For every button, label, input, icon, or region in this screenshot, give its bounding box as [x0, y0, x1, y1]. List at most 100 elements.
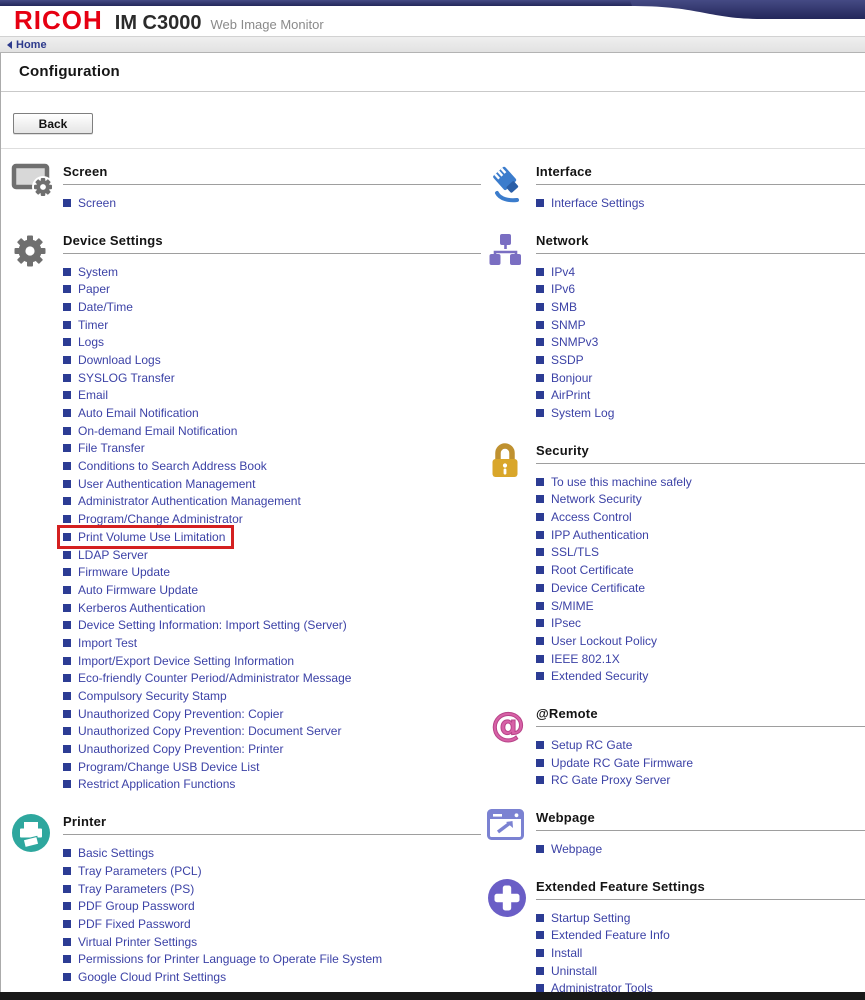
link-file-transfer[interactable]: File Transfer [78, 441, 145, 455]
square-bullet-icon [536, 513, 544, 521]
square-bullet-icon [63, 710, 71, 718]
link-s-mime[interactable]: S/MIME [551, 599, 594, 613]
link-extended-security[interactable]: Extended Security [551, 669, 648, 683]
link-logs[interactable]: Logs [78, 335, 104, 349]
link-ssl-tls[interactable]: SSL/TLS [551, 545, 599, 559]
section-printer: PrinterBasic SettingsTray Parameters (PC… [11, 812, 481, 986]
link-ipsec[interactable]: IPsec [551, 616, 581, 630]
link-conditions-to-search-address-book[interactable]: Conditions to Search Address Book [78, 459, 267, 473]
link-permissions-for-printer-language-to-operate-file-system[interactable]: Permissions for Printer Language to Oper… [78, 952, 382, 966]
list-item: IPv6 [536, 280, 865, 298]
list-item: Firmware Update [63, 563, 481, 581]
link-email[interactable]: Email [78, 388, 108, 402]
list-item: AirPrint [536, 387, 865, 405]
screen-settings-icon [11, 162, 63, 212]
link-airprint[interactable]: AirPrint [551, 388, 590, 402]
link-firmware-update[interactable]: Firmware Update [78, 565, 170, 579]
link-ieee-802-1x[interactable]: IEEE 802.1X [551, 652, 620, 666]
link-uninstall[interactable]: Uninstall [551, 964, 597, 978]
link-tray-parameters-pcl[interactable]: Tray Parameters (PCL) [78, 864, 202, 878]
link-on-demand-email-notification[interactable]: On-demand Email Notification [78, 424, 237, 438]
link-user-lockout-policy[interactable]: User Lockout Policy [551, 634, 657, 648]
list-item: Google Cloud Print Settings [63, 968, 481, 986]
link-network-security[interactable]: Network Security [551, 492, 642, 506]
link-unauthorized-copy-prevention-printer[interactable]: Unauthorized Copy Prevention: Printer [78, 742, 283, 756]
link-pdf-fixed-password[interactable]: PDF Fixed Password [78, 917, 191, 931]
back-button[interactable]: Back [13, 113, 93, 134]
link-import-test[interactable]: Import Test [78, 636, 137, 650]
link-eco-friendly-counter-period-administrator-message[interactable]: Eco-friendly Counter Period/Administrato… [78, 671, 351, 685]
link-rc-gate-proxy-server[interactable]: RC Gate Proxy Server [551, 773, 670, 787]
breadcrumb-home-link[interactable]: Home [7, 39, 47, 51]
link-system[interactable]: System [78, 265, 118, 279]
link-restrict-application-functions[interactable]: Restrict Application Functions [78, 777, 235, 791]
list-item: Basic Settings [63, 844, 481, 862]
link-unauthorized-copy-prevention-document-server[interactable]: Unauthorized Copy Prevention: Document S… [78, 724, 341, 738]
link-auto-firmware-update[interactable]: Auto Firmware Update [78, 583, 198, 597]
list-item: User Lockout Policy [536, 632, 865, 650]
square-bullet-icon [63, 268, 71, 276]
link-program-change-usb-device-list[interactable]: Program/Change USB Device List [78, 760, 259, 774]
link-device-setting-information-import-setting-server[interactable]: Device Setting Information: Import Setti… [78, 618, 347, 632]
link-setup-rc-gate[interactable]: Setup RC Gate [551, 738, 632, 752]
square-bullet-icon [63, 674, 71, 682]
link-bonjour[interactable]: Bonjour [551, 371, 592, 385]
link-ldap-server[interactable]: LDAP Server [78, 548, 148, 562]
list-item: IEEE 802.1X [536, 650, 865, 668]
link-snmpv3[interactable]: SNMPv3 [551, 335, 598, 349]
link-tray-parameters-ps[interactable]: Tray Parameters (PS) [78, 882, 194, 896]
square-bullet-icon [536, 531, 544, 539]
link-system-log[interactable]: System Log [551, 406, 614, 420]
link-date-time[interactable]: Date/Time [78, 300, 133, 314]
link-user-authentication-management[interactable]: User Authentication Management [78, 477, 255, 491]
square-bullet-icon [63, 321, 71, 329]
link-kerberos-authentication[interactable]: Kerberos Authentication [78, 601, 205, 615]
link-device-certificate[interactable]: Device Certificate [551, 581, 645, 595]
square-bullet-icon [63, 427, 71, 435]
link-administrator-authentication-management[interactable]: Administrator Authentication Management [78, 494, 301, 508]
link-paper[interactable]: Paper [78, 282, 110, 296]
link-download-logs[interactable]: Download Logs [78, 353, 161, 367]
square-bullet-icon [536, 845, 544, 853]
link-unauthorized-copy-prevention-copier[interactable]: Unauthorized Copy Prevention: Copier [78, 707, 283, 721]
link-ipv6[interactable]: IPv6 [551, 282, 575, 296]
section-webpage: WebpageWebpage [481, 808, 865, 858]
link-extended-feature-info[interactable]: Extended Feature Info [551, 928, 670, 942]
link-google-cloud-print-settings[interactable]: Google Cloud Print Settings [78, 970, 226, 984]
section-title-interface: Interface [536, 162, 865, 185]
link-smb[interactable]: SMB [551, 300, 577, 314]
link-install[interactable]: Install [551, 946, 582, 960]
link-timer[interactable]: Timer [78, 318, 108, 332]
link-to-use-this-machine-safely[interactable]: To use this machine safely [551, 475, 692, 489]
square-bullet-icon [536, 199, 544, 207]
link-ipv4[interactable]: IPv4 [551, 265, 575, 279]
link-compulsory-security-stamp[interactable]: Compulsory Security Stamp [78, 689, 227, 703]
link-screen[interactable]: Screen [78, 196, 116, 210]
square-bullet-icon [63, 533, 71, 541]
link-startup-setting[interactable]: Startup Setting [551, 911, 630, 925]
link-webpage[interactable]: Webpage [551, 842, 602, 856]
square-bullet-icon [536, 356, 544, 364]
link-auto-email-notification[interactable]: Auto Email Notification [78, 406, 199, 420]
list-item: Compulsory Security Stamp [63, 687, 481, 705]
link-ipp-authentication[interactable]: IPP Authentication [551, 528, 649, 542]
link-import-export-device-setting-information[interactable]: Import/Export Device Setting Information [78, 654, 294, 668]
link-basic-settings[interactable]: Basic Settings [78, 846, 154, 860]
square-bullet-icon [536, 285, 544, 293]
square-bullet-icon [63, 391, 71, 399]
square-bullet-icon [536, 495, 544, 503]
link-access-control[interactable]: Access Control [551, 510, 632, 524]
link-syslog-transfer[interactable]: SYSLOG Transfer [78, 371, 175, 385]
link-root-certificate[interactable]: Root Certificate [551, 563, 634, 577]
link-virtual-printer-settings[interactable]: Virtual Printer Settings [78, 935, 197, 949]
link-ssdp[interactable]: SSDP [551, 353, 584, 367]
link-print-volume-use-limitation[interactable]: Print Volume Use Limitation [78, 530, 225, 544]
link-snmp[interactable]: SNMP [551, 318, 586, 332]
square-bullet-icon [536, 566, 544, 574]
list-item: PDF Fixed Password [63, 915, 481, 933]
link-interface-settings[interactable]: Interface Settings [551, 196, 644, 210]
svg-text:@: @ [491, 705, 525, 745]
link-update-rc-gate-firmware[interactable]: Update RC Gate Firmware [551, 756, 693, 770]
link-pdf-group-password[interactable]: PDF Group Password [78, 899, 195, 913]
device-model: IM C3000 [115, 12, 202, 35]
